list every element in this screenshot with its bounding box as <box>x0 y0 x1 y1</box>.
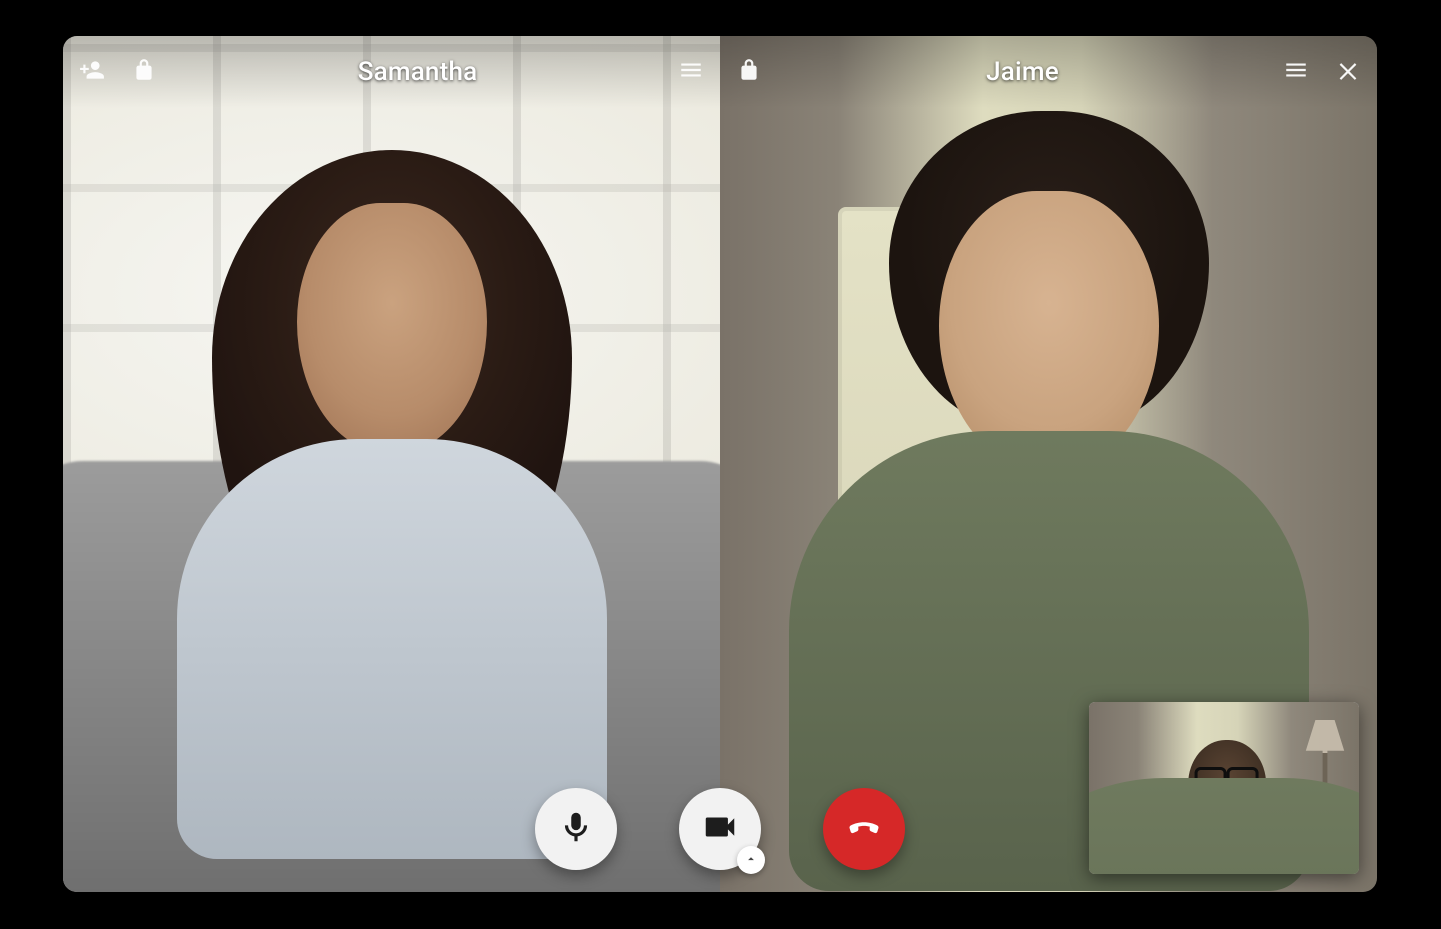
close-icon <box>1335 57 1361 87</box>
call-controls <box>535 788 905 870</box>
participant-header: Jaime <box>720 36 1377 108</box>
camera-toggle-button[interactable] <box>679 788 761 870</box>
participant-name: Samantha <box>167 57 668 87</box>
participant-menu-button[interactable] <box>1273 49 1319 95</box>
participant-header: Samantha <box>63 36 720 108</box>
participant-grid: Samantha <box>63 36 1377 892</box>
participant-menu-button[interactable] <box>668 49 714 95</box>
self-view[interactable] <box>1089 702 1359 874</box>
encryption-indicator[interactable] <box>121 49 167 95</box>
mute-toggle-button[interactable] <box>535 788 617 870</box>
end-call-button[interactable] <box>823 788 905 870</box>
chevron-up-icon <box>744 851 758 870</box>
hamburger-menu-icon <box>678 57 704 87</box>
add-participant-button[interactable] <box>69 49 115 95</box>
encryption-indicator[interactable] <box>726 49 772 95</box>
lock-icon <box>736 57 762 87</box>
add-person-icon <box>79 57 105 87</box>
participant-video <box>63 36 720 892</box>
lock-icon <box>131 57 157 87</box>
hamburger-menu-icon <box>1283 57 1309 87</box>
video-camera-icon <box>701 808 739 850</box>
end-call-icon <box>845 808 883 850</box>
participant-tile-samantha: Samantha <box>63 36 720 892</box>
close-window-button[interactable] <box>1325 49 1371 95</box>
participant-tile-jaime: Jaime <box>720 36 1377 892</box>
participant-name: Jaime <box>772 57 1273 87</box>
microphone-icon <box>557 808 595 850</box>
camera-options-button[interactable] <box>737 846 765 874</box>
video-call-window: Samantha <box>63 36 1377 892</box>
